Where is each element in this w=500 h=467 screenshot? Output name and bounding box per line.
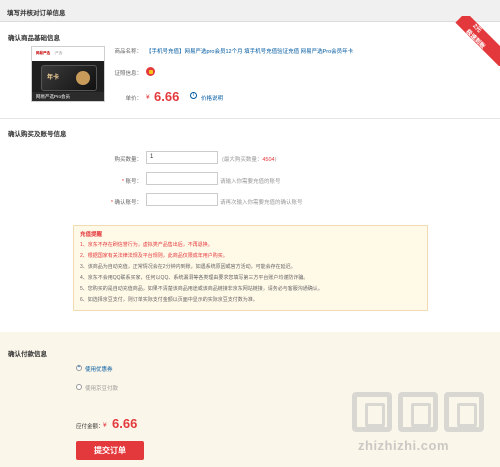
product-image-footer-text: 网易严选Pro会员: [36, 94, 71, 99]
price-info-icon[interactable]: i: [190, 92, 197, 99]
page-title: 填写并核对订单信息: [7, 10, 66, 17]
brand-sub: ·严选·: [54, 51, 64, 55]
confirm-account-hint: 请再次输入你需要充值的确认账号: [220, 200, 303, 206]
price-currency: ¥: [146, 94, 150, 101]
quantity-max-prefix: (最大购买数量：: [222, 157, 263, 163]
confirm-account-input[interactable]: [146, 193, 218, 206]
quantity-max-hint: (最大购买数量：4504): [222, 155, 276, 163]
site-watermark: zhizhizhi.com: [352, 392, 492, 462]
required-mark: *: [110, 200, 113, 206]
quantity-max-suffix: ): [274, 157, 277, 163]
product-image-header: 网易严选 ·严选·: [32, 47, 104, 61]
jingdou-radio[interactable]: [76, 384, 82, 390]
use-coupon-link[interactable]: 使用优惠券: [85, 365, 113, 373]
product-image[interactable]: 网易严选 ·严选· 年卡 网易严选Pro会员: [31, 46, 105, 102]
notice-item: 6、如选择京豆支付，则订单实际支付金额以页面中显示的实际京豆支付数为准。: [80, 297, 258, 303]
amount-currency: ¥: [103, 422, 107, 429]
quantity-max-value: 4504: [262, 157, 275, 163]
submit-order-button[interactable]: 提交订单: [76, 441, 144, 460]
product-name-link[interactable]: 【手机号充值】网易严选pro会员12个月 填手机号充值验证充值 网易严选Pro会…: [146, 47, 446, 55]
account-label: 账号：: [125, 179, 142, 185]
quantity-input[interactable]: 1: [146, 151, 218, 164]
payable-amount: 6.66: [112, 416, 138, 431]
cert-label: 证照信息：: [114, 71, 142, 77]
quantity-label: 购买数量：: [114, 157, 142, 163]
product-image-footer: 网易严选Pro会员: [32, 92, 104, 101]
product-name-label: 商品名称：: [114, 49, 142, 55]
price-label: 单价：: [125, 96, 142, 102]
promo-ribbon: 2元 极速到账: [450, 16, 500, 66]
watermark-logo-icon: [444, 392, 484, 432]
license-badge-icon[interactable]: [146, 67, 155, 76]
membership-card: 年卡: [41, 65, 97, 91]
page-header: 填写并核对订单信息: [0, 0, 500, 22]
account-label-row: * 账号：: [90, 177, 142, 185]
unit-price: 6.66: [154, 89, 180, 104]
card-emblem-icon: [76, 71, 90, 85]
card-text: 年卡: [47, 75, 60, 81]
coupon-expand-icon[interactable]: [76, 364, 82, 371]
recharge-notice: 充值提醒 1、京东不存在刷信誉行为，虚拟类产品售出后，不再退换。 2、根据国家有…: [73, 225, 428, 311]
notice-item: 3、该商品为自动充值，正常情况会在2分钟内到账，如遇系统原因或官方活动，可能会存…: [80, 264, 296, 270]
notice-title: 充值提醒: [80, 232, 103, 238]
notice-item: 4、京东不会用QQ联系买家，任何以QQ、系统漏洞等各类理由要求您填写第三方平台账…: [80, 275, 309, 281]
brand-logo: 网易严选: [36, 51, 50, 55]
notice-item: 1、京东不存在刷信誉行为，虚拟类产品售出后，不再退换。: [80, 242, 213, 248]
account-hint: 请输入你需要充值的账号: [220, 179, 281, 185]
account-input[interactable]: [146, 172, 218, 185]
payment-section-title: 确认付款信息: [8, 351, 47, 358]
section-divider: [0, 118, 500, 119]
watermark-logo-icon: [352, 392, 392, 432]
account-section-title: 确认购买及账号信息: [8, 131, 67, 138]
confirm-account-label: 确认账号：: [114, 200, 142, 206]
notice-item: 2、根据国家有关法律法规及平台规则，此商品仅限成年用户购买。: [80, 253, 228, 259]
product-section-title: 确认商品基础信息: [8, 35, 60, 42]
confirm-label-row: * 确认账号：: [80, 198, 142, 206]
notice-item: 5、您购买的是自动充值商品，如果不清楚该商品用途或该商品链接非京东网站链接，请务…: [80, 286, 323, 292]
price-note-link[interactable]: 价格说明: [201, 94, 223, 102]
watermark-text: zhizhizhi.com: [358, 438, 449, 453]
amount-label: 应付金额：: [76, 424, 104, 430]
required-mark: *: [121, 179, 124, 185]
watermark-logo-icon: [398, 392, 438, 432]
use-jingdou-label[interactable]: 使用京豆付款: [85, 384, 118, 392]
